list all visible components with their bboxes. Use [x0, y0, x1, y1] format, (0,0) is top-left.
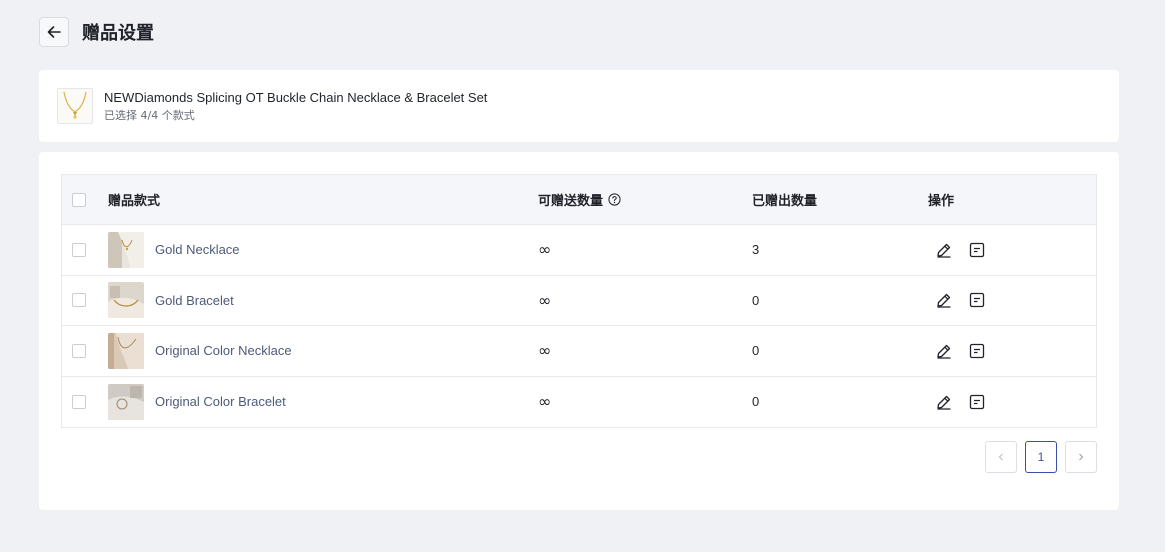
row-checkbox[interactable] — [72, 394, 86, 409]
edit-icon[interactable] — [933, 340, 955, 362]
help-icon[interactable] — [608, 193, 621, 206]
table-row: Original Color Bracelet ∞ 0 — [62, 377, 1096, 428]
header-checkbox-cell — [72, 175, 86, 224]
record-icon[interactable] — [966, 289, 988, 311]
variant-name[interactable]: Original Color Bracelet — [155, 394, 286, 409]
record-icon[interactable] — [966, 391, 988, 413]
header-sent-cell: 已赠出数量 — [752, 175, 817, 224]
page-title: 赠品设置 — [82, 23, 154, 44]
column-header-available: 可赠送数量 — [538, 194, 604, 209]
row-checkbox[interactable] — [72, 343, 86, 358]
table-row: Gold Bracelet ∞ 0 — [62, 276, 1096, 326]
row-checkbox[interactable] — [72, 293, 86, 308]
gift-variants-table: 赠品款式 可赠送数量 已赠出数量 操作 Gold Necklace ∞ 3 Go… — [61, 174, 1097, 428]
variant-thumbnail — [108, 231, 144, 268]
back-button[interactable] — [39, 17, 69, 47]
variant-thumbnail — [108, 282, 144, 319]
header-actions-cell: 操作 — [928, 175, 954, 224]
edit-icon[interactable] — [933, 289, 955, 311]
product-name: NEWDiamonds Splicing OT Buckle Chain Nec… — [104, 89, 488, 105]
prev-page-button[interactable] — [985, 441, 1017, 473]
available-quantity: ∞ — [538, 341, 552, 361]
variant-thumbnail — [108, 383, 144, 420]
variant-name[interactable]: Original Color Necklace — [155, 343, 292, 358]
available-quantity: ∞ — [538, 392, 552, 412]
header-available-cell: 可赠送数量 — [538, 175, 621, 224]
sent-quantity: 0 — [752, 343, 760, 359]
page-number-button[interactable]: 1 — [1025, 441, 1057, 473]
header-style-cell: 赠品款式 — [108, 175, 160, 224]
table-header: 赠品款式 可赠送数量 已赠出数量 操作 — [62, 175, 1096, 225]
edit-icon[interactable] — [933, 391, 955, 413]
table-row: Gold Necklace ∞ 3 — [62, 225, 1096, 276]
variant-thumbnail — [108, 332, 144, 369]
chevron-right-icon — [1079, 453, 1084, 461]
sent-quantity: 0 — [752, 292, 760, 308]
product-info: NEWDiamonds Splicing OT Buckle Chain Nec… — [104, 89, 487, 124]
product-summary-card: NEWDiamonds Splicing OT Buckle Chain Nec… — [39, 70, 1119, 142]
row-checkbox[interactable] — [72, 242, 86, 257]
variant-name[interactable]: Gold Necklace — [155, 242, 240, 257]
selection-count: 已选择 4/4 个款式 — [104, 108, 195, 122]
column-header-sent: 已赠出数量 — [752, 194, 818, 209]
available-quantity: ∞ — [538, 240, 552, 260]
gift-table-card: 赠品款式 可赠送数量 已赠出数量 操作 Gold Necklace ∞ 3 Go… — [39, 152, 1119, 510]
sent-quantity: 3 — [752, 242, 760, 258]
edit-icon[interactable] — [933, 239, 955, 261]
chevron-left-icon — [998, 453, 1003, 461]
pagination: 1 — [985, 441, 1097, 473]
variant-name[interactable]: Gold Bracelet — [155, 293, 234, 308]
column-header-actions: 操作 — [928, 194, 955, 209]
arrow-left-icon — [47, 26, 61, 38]
product-thumbnail — [57, 88, 93, 124]
sent-quantity: 0 — [752, 394, 760, 410]
table-row: Original Color Necklace ∞ 0 — [62, 326, 1096, 377]
record-icon[interactable] — [966, 340, 988, 362]
select-all-checkbox[interactable] — [72, 192, 86, 207]
available-quantity: ∞ — [538, 290, 552, 310]
next-page-button[interactable] — [1065, 441, 1097, 473]
record-icon[interactable] — [966, 239, 988, 261]
page-header: 赠品设置 — [39, 16, 154, 48]
column-header-style: 赠品款式 — [108, 194, 161, 209]
necklace-image — [58, 89, 92, 123]
